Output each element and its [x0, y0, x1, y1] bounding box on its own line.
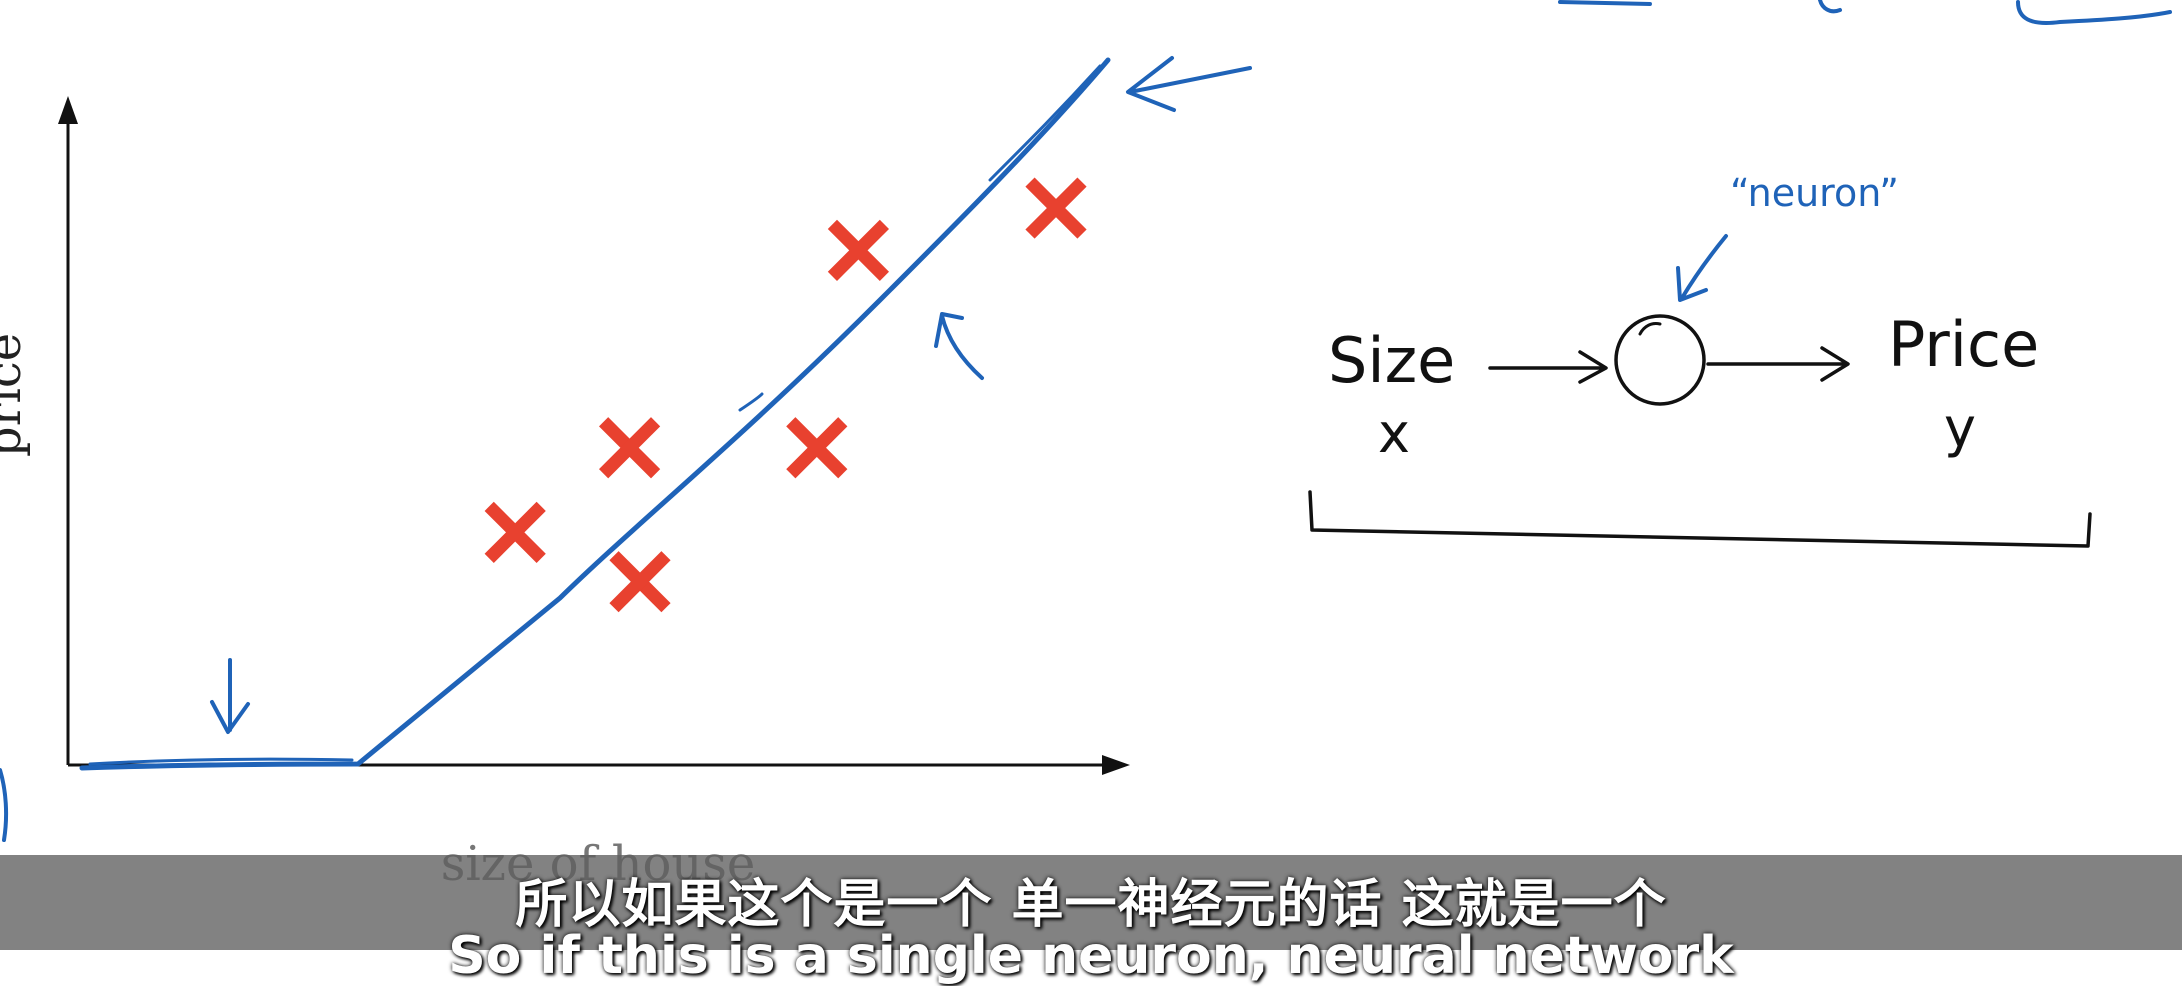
- data-point-cross: [827, 219, 889, 281]
- neuron-annotation: “neuron”: [1730, 171, 1899, 215]
- y-axis-label: price: [0, 333, 32, 457]
- network-bracket: [1308, 490, 2092, 548]
- input-arrow: [1488, 350, 1608, 384]
- data-point-cross: [786, 417, 848, 479]
- subtitle-english: So if this is a single neuron, neural ne…: [448, 926, 1734, 986]
- data-point-cross: [484, 501, 546, 563]
- lecture-canvas: price size of house Size x Price y “neur…: [0, 0, 2172, 892]
- plot-axes: [58, 96, 1130, 775]
- y-axis-arrowhead: [58, 96, 78, 124]
- output-variable: y: [1944, 396, 1976, 459]
- neuron-diagram: Size x Price y “neuron”: [1308, 171, 2092, 548]
- arrow-up-slope: [934, 312, 984, 380]
- input-variable: x: [1378, 402, 1410, 465]
- neuron-pointer-arrow: [1676, 234, 1728, 302]
- data-point-cross: [599, 417, 661, 479]
- output-arrow: [1706, 346, 1850, 382]
- data-point-cross: [609, 551, 671, 613]
- output-label: Price: [1888, 308, 2039, 381]
- input-label: Size: [1328, 324, 1455, 397]
- x-axis-arrowhead: [1102, 755, 1130, 775]
- annotation-arrows: [210, 56, 1252, 734]
- neuron-node: [1614, 314, 1706, 406]
- neuron-node-mark: [1638, 322, 1662, 336]
- arrow-down-flat-region: [210, 658, 250, 734]
- arrow-top-left: [1126, 56, 1252, 112]
- relu-fit-line: [79, 57, 1111, 771]
- data-point-cross: [1025, 177, 1087, 239]
- cropped-top-scribbles: [0, 0, 2172, 842]
